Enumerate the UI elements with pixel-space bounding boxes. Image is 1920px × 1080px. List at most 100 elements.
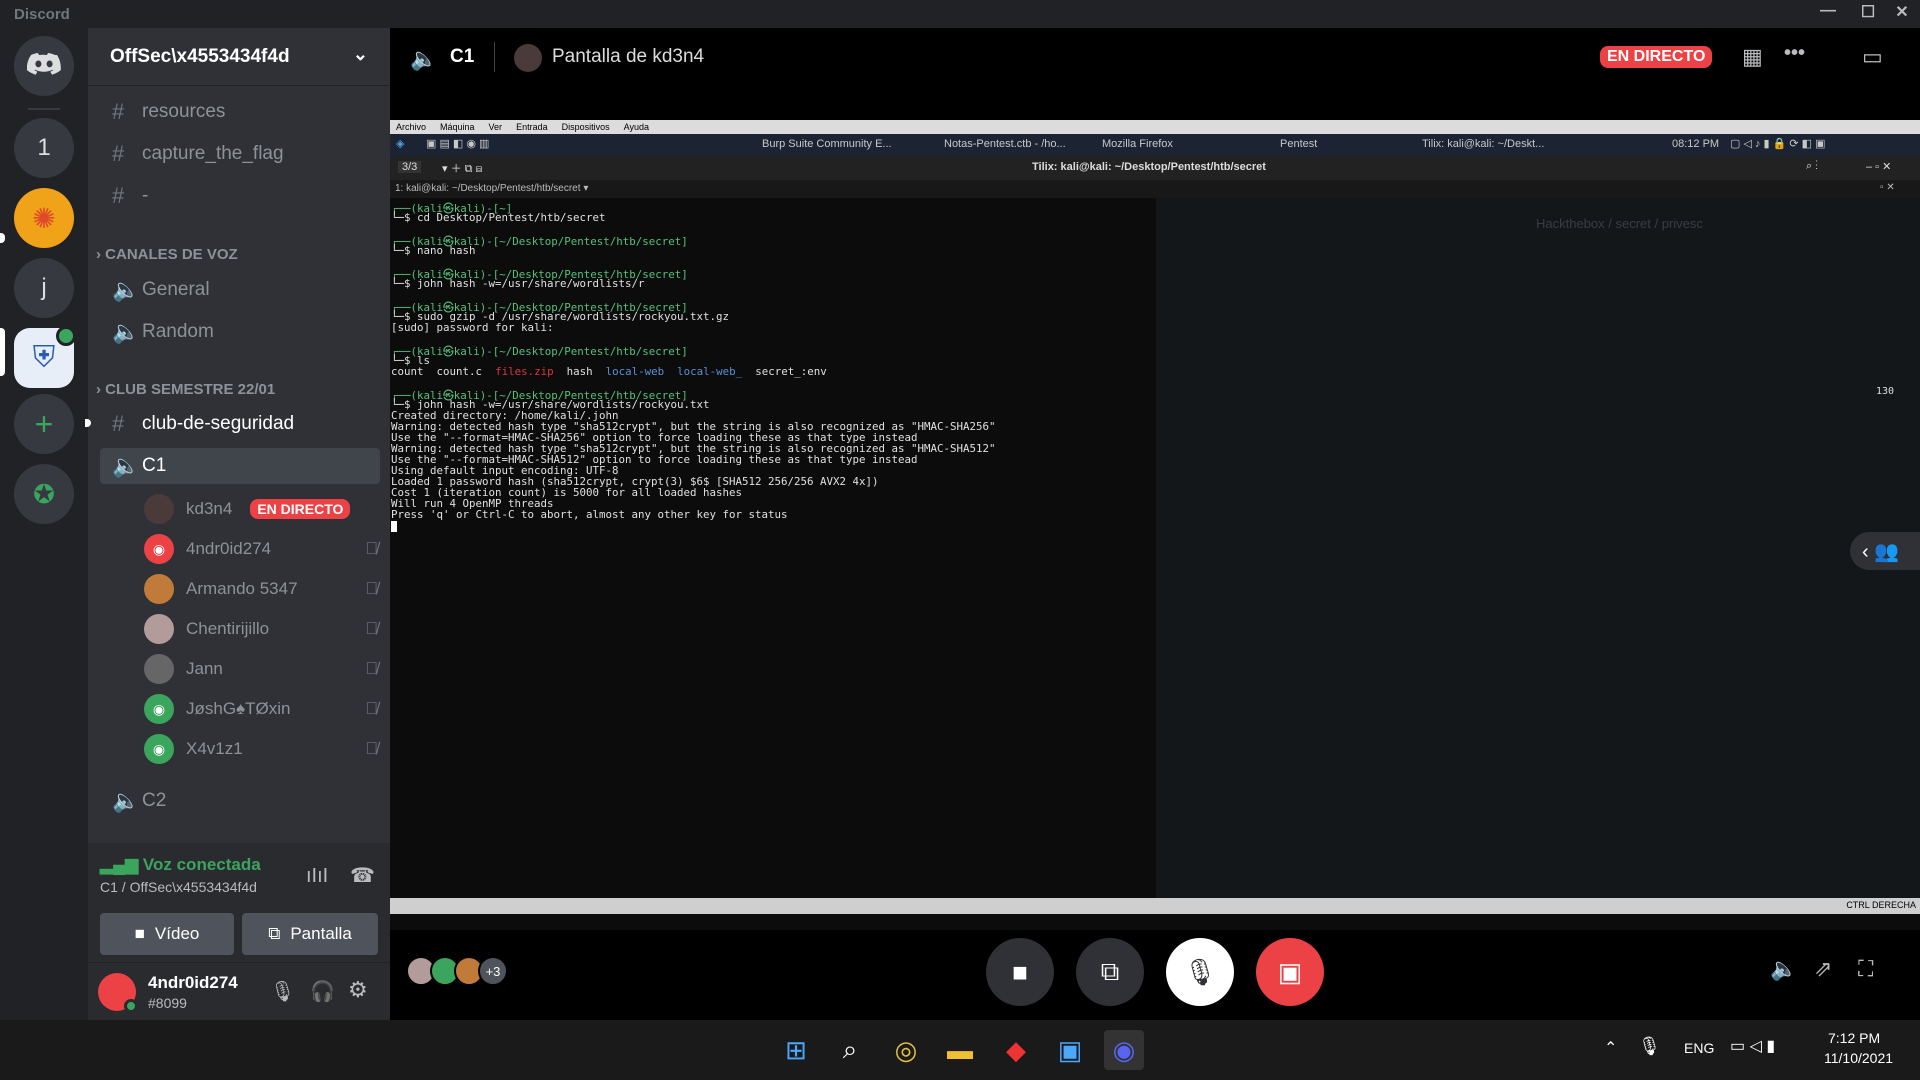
task-notas[interactable]: Notas-Pentest.ctb - /ho... xyxy=(944,138,1066,150)
ls-output: count count.c files.zip hash local-web l… xyxy=(391,365,827,378)
task-burp[interactable]: Burp Suite Community E... xyxy=(762,138,892,150)
headphones-icon[interactable]: 🎧 xyxy=(310,979,335,1004)
channel-club-de-seguridad[interactable]: # club-de-seguridad xyxy=(100,406,380,442)
fullscreen-icon[interactable]: ⛶ xyxy=(1858,956,1873,982)
popout-icon[interactable]: ⇗ xyxy=(1814,956,1832,982)
voice-channel-c1[interactable]: 🔈 C1 xyxy=(100,448,380,484)
server-icon-j[interactable]: j xyxy=(14,258,74,318)
tray-chevron-icon[interactable]: ⌃ xyxy=(1604,1038,1617,1058)
screen-share-button[interactable]: ⧉ xyxy=(1076,938,1144,1006)
channel-capture-the-flag[interactable]: # capture_the_flag xyxy=(100,136,380,172)
screen-share-button[interactable]: ⧉ Pantalla xyxy=(242,913,378,955)
voice-channel-random[interactable]: 🔈 Random xyxy=(100,314,380,350)
tray-icons[interactable]: ▭ ◁ ▮ xyxy=(1730,1036,1775,1056)
app-icon[interactable]: ◆ xyxy=(996,1030,1036,1070)
virtualbox-icon[interactable]: ▣ xyxy=(1050,1030,1090,1070)
tilix-toolbar-icons[interactable]: ▾ ＋ ⧉ ⧈ xyxy=(442,160,483,176)
search-icon[interactable]: ⌕ ⋮ xyxy=(1806,160,1818,173)
channel-name: C1 xyxy=(450,46,475,67)
search-icon[interactable]: ⌕ xyxy=(830,1030,870,1070)
channel-label: capture_the_flag xyxy=(142,143,284,164)
mute-mic-button[interactable]: 🎙 xyxy=(1166,938,1234,1006)
voice-user[interactable]: ◉ 4ndr0id274 🎙̸ xyxy=(144,531,378,567)
launcher-icons[interactable]: ▣ ▤ ◧ ◉ ▥ xyxy=(426,137,489,150)
camera-button[interactable]: ■ xyxy=(986,938,1054,1006)
voice-user[interactable]: Chentirijillo 🎙̸ xyxy=(144,611,378,647)
ls-entry: hash xyxy=(566,365,593,378)
bg-breadcrumb: Hackthebox / secret / privesc xyxy=(1536,216,1703,231)
disconnect-icon[interactable]: ☎ xyxy=(350,863,375,888)
minimize-button[interactable]: — xyxy=(1808,2,1848,20)
terminal-tab-title[interactable]: 1: kali@kali: ~/Desktop/Pentest/htb/secr… xyxy=(395,183,581,194)
volume-icon[interactable]: 🔈 xyxy=(1770,956,1797,982)
clock-date[interactable]: 11/10/2021 xyxy=(1824,1050,1893,1066)
voice-user[interactable]: kd3n4 EN DIRECTO xyxy=(144,491,378,527)
vm-menu-item[interactable]: Máquina xyxy=(440,122,475,132)
divider xyxy=(494,42,495,72)
start-icon[interactable]: ⊞ xyxy=(776,1030,816,1070)
vm-menu-item[interactable]: Ver xyxy=(489,122,503,132)
popout-icon[interactable]: ▭ xyxy=(1862,44,1883,70)
voice-status-label: Voz conectada xyxy=(142,855,261,874)
language-indicator[interactable]: ENG xyxy=(1684,1040,1714,1056)
vm-menu-item[interactable]: Archivo xyxy=(396,122,426,132)
vm-clock: 08:12 PM xyxy=(1672,138,1720,150)
voice-user[interactable]: Jann 🎙̸ xyxy=(144,651,378,687)
vm-menu-item[interactable]: Dispositivos xyxy=(562,122,610,132)
channel-dash[interactable]: # - xyxy=(100,178,380,214)
channel-resources[interactable]: # resources xyxy=(100,94,380,130)
task-tilix[interactable]: Tilix: kali@kali: ~/Deskt... xyxy=(1422,138,1544,150)
server-icon-1[interactable]: 1 xyxy=(14,118,74,178)
disconnect-button[interactable]: ▣ xyxy=(1256,938,1324,1006)
chrome-icon[interactable]: ◎ xyxy=(886,1030,926,1070)
voice-user[interactable]: ◉ X4v1z1 🎙̸ xyxy=(144,731,378,767)
command-line: └─$ john hash -w=/usr/share/wordlists/r xyxy=(391,277,645,290)
add-server-button[interactable]: + xyxy=(14,394,74,454)
video-button[interactable]: ■ Vídeo xyxy=(100,913,234,955)
voice-status[interactable]: ▂▄▆ Voz conectada xyxy=(100,855,261,875)
voice-user[interactable]: Armando 5347 🎙̸ xyxy=(144,571,378,607)
voice-channel-c2[interactable]: 🔈 C2 xyxy=(100,783,380,819)
noise-suppression-icon[interactable]: ıIıI xyxy=(306,865,328,888)
category-club[interactable]: › CLUB SEMESTRE 22/01 xyxy=(96,381,275,398)
home-button[interactable] xyxy=(14,36,74,96)
voice-connection-panel: ▂▄▆ Voz conectada C1 / OffSec\x4553434f4… xyxy=(88,843,390,963)
tray-icons[interactable]: ▢ ◁ ♪ ▮ 🔒 ⟳ ◧ ▣ xyxy=(1730,137,1826,150)
file-explorer-icon[interactable]: ▬ xyxy=(940,1030,980,1070)
session-counter[interactable]: 3/3 xyxy=(398,161,422,173)
user-name: Armando 5347 xyxy=(186,579,298,598)
more-viewers-count[interactable]: +3 xyxy=(478,956,508,986)
microphone-icon[interactable]: 🎙 xyxy=(1638,1036,1661,1057)
shared-screen[interactable]: Archivo Máquina Ver Entrada Dispositivos… xyxy=(390,120,1920,930)
more-options-button[interactable]: ••• xyxy=(1784,42,1805,65)
terminal-output[interactable]: ┌──(kali㉿kali)-[~] └─$ cd Desktop/Pentes… xyxy=(390,198,1210,898)
server-icon-brain[interactable]: ✺ xyxy=(14,188,74,248)
task-pentest[interactable]: Pentest xyxy=(1280,138,1317,150)
avatar xyxy=(144,574,174,604)
discord-taskbar-icon[interactable]: ◉ xyxy=(1104,1030,1144,1070)
avatar: ◉ xyxy=(144,534,174,564)
tilix-window-controls[interactable]: – ▫ ✕ xyxy=(1866,160,1891,173)
task-firefox[interactable]: Mozilla Firefox xyxy=(1102,138,1173,150)
member-list-toggle[interactable]: ‹ 👥 xyxy=(1850,532,1920,570)
mute-mic-icon[interactable]: 🎙 xyxy=(270,979,295,1004)
vm-menu-item[interactable]: Ayuda xyxy=(624,122,649,132)
kali-menu-icon[interactable]: ◈ xyxy=(396,137,404,150)
vm-menu-item[interactable]: Entrada xyxy=(516,122,548,132)
terminal-cursor xyxy=(391,521,397,532)
server-header[interactable]: OffSec\x4553434f4d ⌄ xyxy=(88,28,390,86)
pane-controls[interactable]: ▫ ✕ xyxy=(1880,182,1895,193)
grid-layout-icon[interactable]: ▦ xyxy=(1742,44,1763,70)
host-key-label: CTRL DERECHA xyxy=(1846,900,1916,910)
close-button[interactable]: ✕ xyxy=(1882,2,1920,22)
gear-icon[interactable]: ⚙ xyxy=(348,977,368,1003)
vm-menubar: Archivo Máquina Ver Entrada Dispositivos… xyxy=(390,120,1920,134)
tilix-title: Tilix: kali@kali: ~/Desktop/Pentest/htb/… xyxy=(1032,161,1266,173)
divider xyxy=(28,108,60,110)
category-voice[interactable]: › CANALES DE VOZ xyxy=(96,246,238,263)
clock-time[interactable]: 7:12 PM xyxy=(1828,1030,1880,1046)
explore-servers-button[interactable]: ✪ xyxy=(14,464,74,524)
voice-user[interactable]: ◉ JøshG♠TØxin 🎙̸ xyxy=(144,691,378,727)
voice-channel-general[interactable]: 🔈 General xyxy=(100,272,380,308)
server-name: OffSec\x4553434f4d xyxy=(110,46,290,67)
